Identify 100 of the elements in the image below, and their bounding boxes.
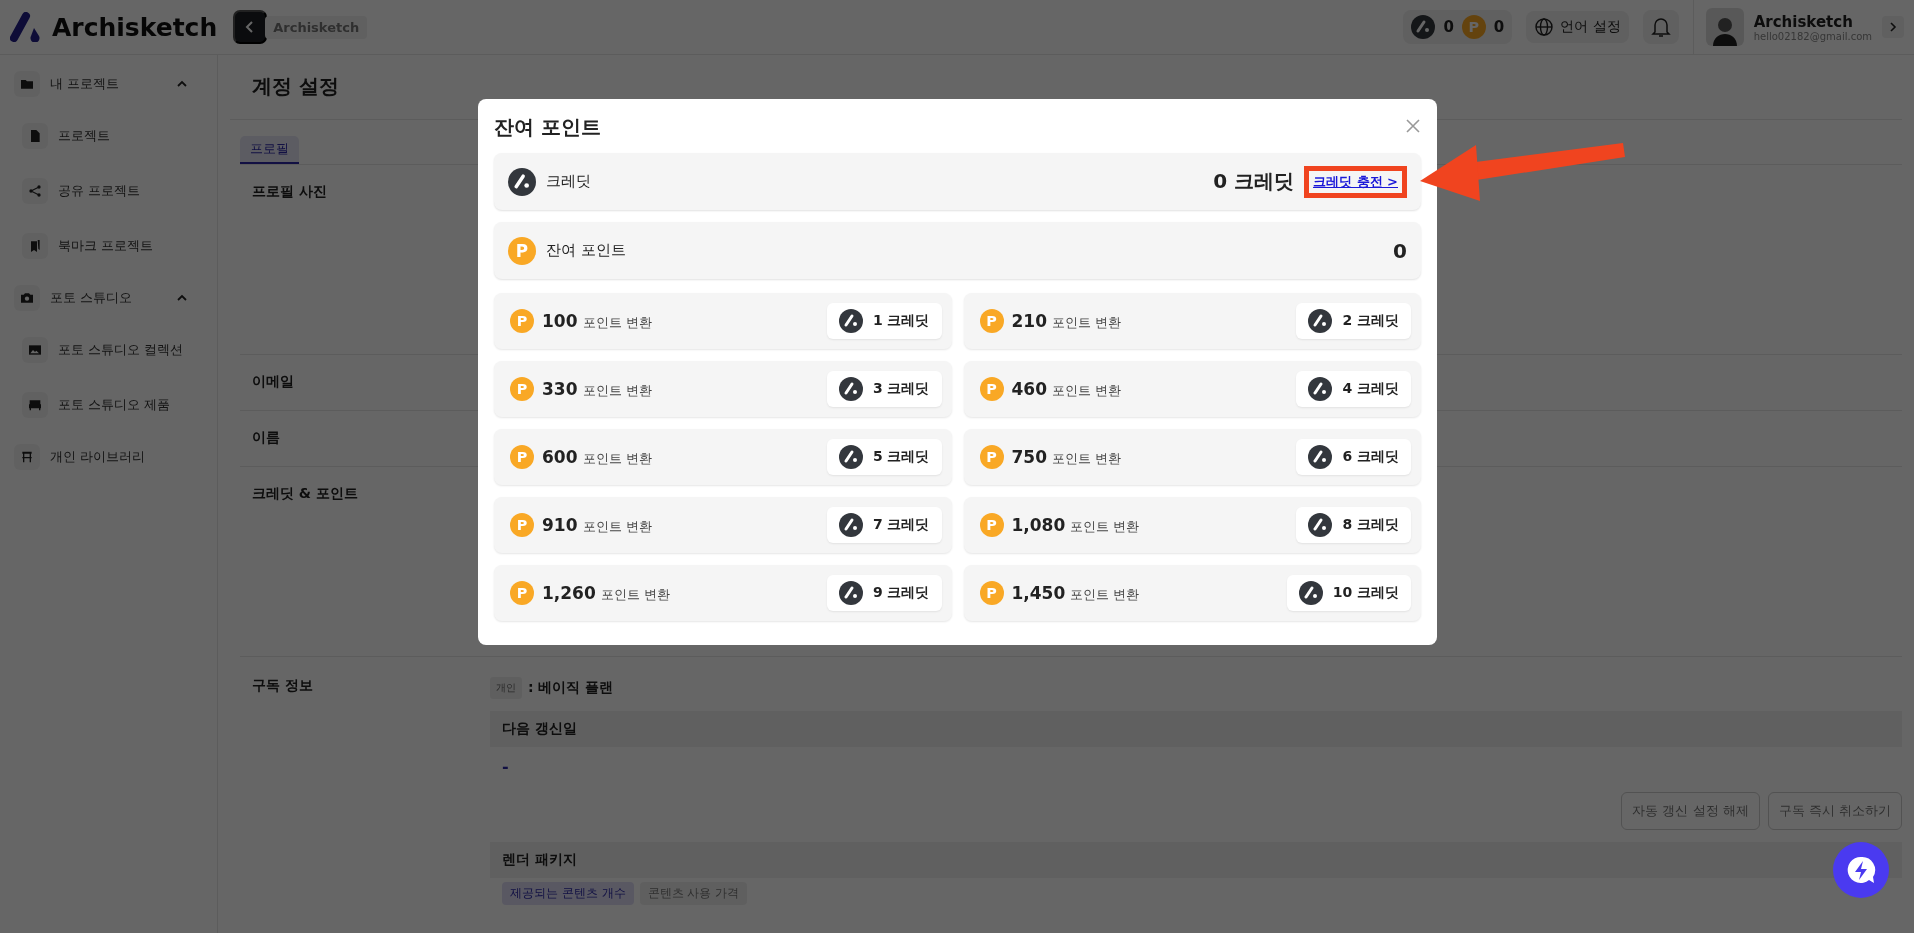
point-icon: P [979, 513, 1004, 537]
sidebar-group-label: 내 프로젝트 [50, 75, 120, 93]
sidebar-item[interactable]: 프로젝트 [14, 110, 203, 162]
sidebar-group-label: 포토 스튜디오 [50, 289, 133, 307]
conversion-label: 포인트 변환 [1070, 585, 1140, 604]
notification-button[interactable] [1642, 10, 1679, 44]
convert-button[interactable]: 6 크레딧 [1296, 439, 1411, 475]
chevron-icon [1889, 22, 1897, 32]
point-icon: P [979, 581, 1004, 605]
sidebar-item[interactable]: 포토 스튜디오 컬렉션 [14, 324, 203, 376]
conversion-label: 포인트 변환 [582, 449, 652, 468]
sidebar-item-label: 북마크 프로젝트 [58, 237, 154, 255]
convert-button[interactable]: 8 크레딧 [1296, 507, 1411, 543]
sidebar-group[interactable]: 포토 스튜디오 [14, 275, 203, 321]
convert-button[interactable]: 3 크레딧 [826, 371, 942, 407]
conversion-label: 포인트 변환 [600, 585, 670, 604]
credit-icon [838, 445, 863, 469]
credit-label: 크레딧 [546, 172, 592, 191]
tab[interactable]: 제공되는 콘텐츠 개수 [502, 882, 634, 905]
shelf-icon [19, 449, 35, 465]
conversion-label: 포인트 변환 [582, 313, 652, 332]
sidebar-item-label: 공유 프로젝트 [58, 182, 141, 200]
point-icon: P [510, 309, 534, 333]
credit-icon [1411, 15, 1436, 39]
credit-icon [1308, 377, 1333, 401]
sidebar-group[interactable]: 내 프로젝트 [14, 61, 203, 107]
point-icon: P [510, 377, 534, 401]
point-icon: P [979, 445, 1004, 469]
credit-count: 0 [1443, 18, 1454, 36]
convert-button[interactable]: 9 크레딧 [826, 575, 942, 611]
section-label: 크레딧 & 포인트 [252, 485, 358, 501]
conversion-label: 포인트 변환 [582, 517, 652, 536]
section-label: 이메일 [252, 373, 294, 389]
points-label: 잔여 포인트 [546, 241, 627, 260]
points-amount: 460 [1011, 378, 1047, 399]
convert-button[interactable]: 7 크레딧 [826, 507, 942, 543]
sofa-icon [27, 397, 43, 413]
sidebar-item[interactable]: 북마크 프로젝트 [14, 220, 203, 272]
chat-button[interactable] [1833, 842, 1889, 898]
camera-icon [19, 290, 35, 306]
sidebar-item-label: 프로젝트 [58, 127, 110, 145]
share-icon [27, 183, 43, 199]
table-cell-text: - [501, 756, 510, 778]
image-icon [27, 342, 43, 358]
points-amount: 910 [542, 514, 578, 535]
conversion-label: 포인트 변환 [1052, 449, 1122, 468]
point-icon: P [1461, 15, 1486, 39]
point-icon: P [510, 513, 534, 537]
sidebar-group-label: 개인 라이브러리 [50, 448, 146, 466]
points-amount: 1,080 [1011, 514, 1066, 535]
points-amount: 210 [1011, 310, 1047, 331]
bell-icon [1650, 16, 1671, 38]
points-amount: 600 [542, 446, 578, 467]
user-name: Archisketch [1753, 12, 1854, 31]
credit-icon [1308, 445, 1333, 469]
points-amount: 750 [1011, 446, 1047, 467]
points-value: 0 [1393, 238, 1407, 263]
sidebar-group[interactable]: 개인 라이브러리 [14, 434, 203, 480]
credit-icon [838, 309, 863, 333]
point-icon: P [508, 236, 536, 265]
expand-button[interactable] [1882, 16, 1904, 38]
avatar [1705, 8, 1744, 46]
credit-icon [1308, 513, 1333, 537]
balance-indicator[interactable]: 0 P 0 [1403, 10, 1513, 44]
convert-button[interactable]: 5 크레딧 [826, 439, 942, 475]
conversion-label: 포인트 변환 [1052, 381, 1122, 400]
convert-button[interactable]: 4 크레딧 [1296, 371, 1411, 407]
tab[interactable]: 프로필 [240, 136, 299, 164]
sidebar-item[interactable]: 공유 프로젝트 [14, 165, 203, 217]
convert-button[interactable]: 2 크레딧 [1296, 303, 1411, 339]
point-icon: P [510, 581, 534, 605]
point-icon: P [510, 445, 534, 469]
points-amount: 100 [542, 310, 578, 331]
plan-name: : 베이직 플랜 [528, 679, 614, 697]
points-amount: 1,260 [542, 582, 596, 603]
convert-button[interactable]: 10 크레딧 [1286, 575, 1411, 611]
charge-link[interactable]: 크레딧 충전 > [1313, 172, 1398, 191]
credit-icon [838, 513, 863, 537]
table-header: 다음 갱신일 [490, 711, 1902, 747]
back-button[interactable] [233, 10, 268, 44]
point-icon: P [979, 309, 1004, 333]
chat-icon [1845, 854, 1877, 886]
points-amount: 330 [542, 378, 578, 399]
sidebar-item-label: 포토 스튜디오 컬렉션 [58, 341, 184, 359]
sidebar-item-label: 포토 스튜디오 제품 [58, 396, 171, 414]
point-count: 0 [1493, 18, 1505, 36]
sidebar-item[interactable]: 포토 스튜디오 제품 [14, 379, 203, 431]
section-label: 구독 정보 [252, 677, 314, 695]
section-label: 이름 [252, 429, 280, 445]
point-icon: P [979, 377, 1004, 401]
credit-icon [508, 167, 536, 196]
credit-icon [1298, 581, 1323, 605]
globe-icon [1534, 17, 1555, 37]
points-amount: 1,450 [1011, 582, 1066, 603]
conversion-label: 포인트 변환 [582, 381, 652, 400]
credit-value: 0 크레딧 [1213, 168, 1295, 195]
table-header: 렌더 패키지 [490, 842, 1902, 878]
language-button[interactable]: 언어 설정 [1526, 11, 1629, 43]
convert-button[interactable]: 1 크레딧 [826, 303, 942, 339]
logo-text: Archisketch [52, 12, 218, 42]
